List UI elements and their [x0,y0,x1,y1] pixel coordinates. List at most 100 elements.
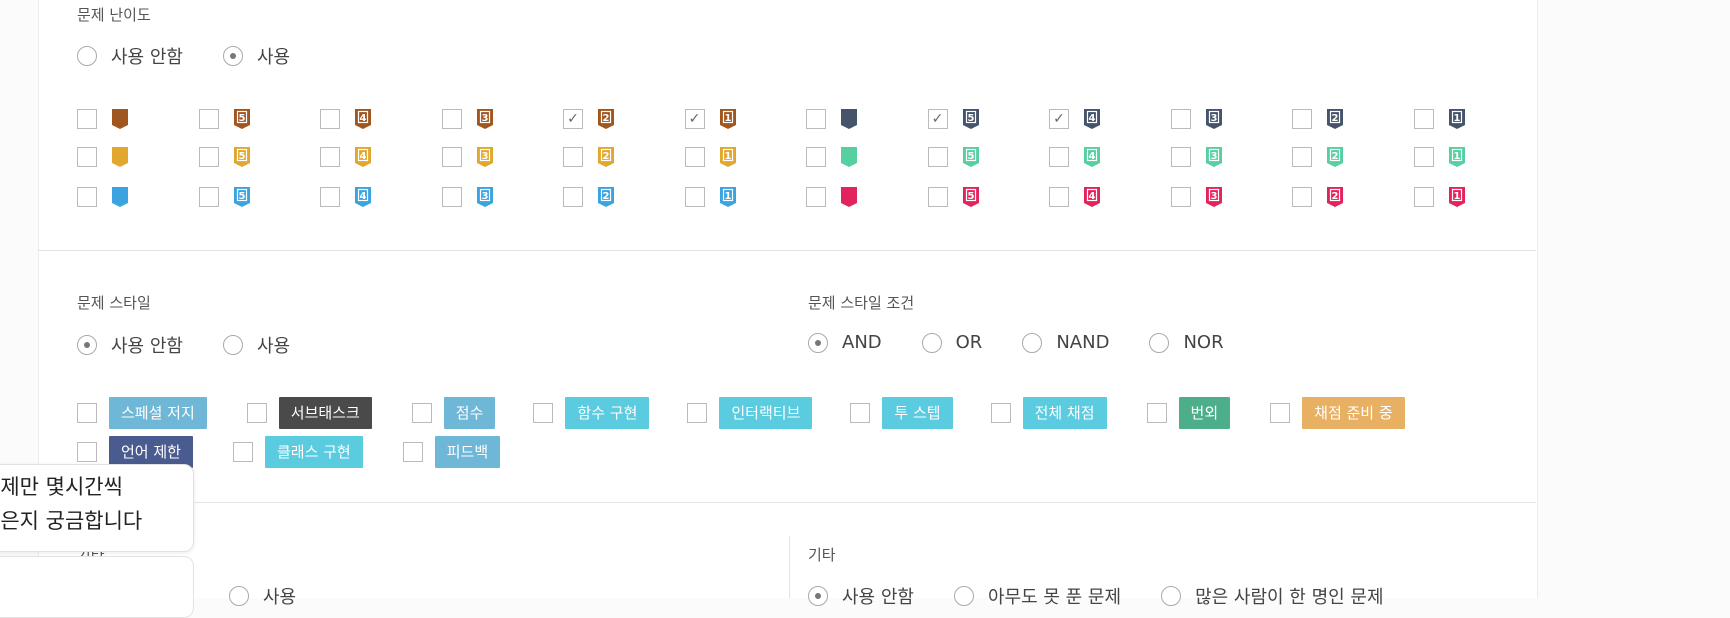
checkbox[interactable] [232,442,253,462]
difficulty-cell: ✓ 4 [1049,108,1171,130]
checkbox[interactable] [684,147,705,167]
style-tag-item[interactable]: 점수 [411,397,496,429]
checkbox[interactable]: ✓ [927,109,948,129]
checkbox[interactable] [1292,187,1312,207]
style-tag-item[interactable]: 함수 구현 [533,397,650,429]
checkbox[interactable] [927,147,948,167]
tier-badge-icon: 2 [1327,187,1343,207]
checkbox[interactable] [990,403,1011,423]
checkbox[interactable]: ✓ [684,109,705,129]
checkbox[interactable] [77,109,97,129]
checkbox[interactable] [246,403,267,423]
style-tag-item[interactable]: 번외 [1146,397,1231,429]
checkbox[interactable] [806,147,826,167]
checkbox[interactable] [563,187,583,207]
radio-button[interactable] [1022,332,1043,353]
checkbox[interactable] [77,442,97,462]
checkbox[interactable] [927,187,948,207]
checkbox[interactable]: ✓ [1049,109,1069,129]
checkbox[interactable] [1292,147,1312,167]
difficulty-row: 5 4 3 2 1 5 4 3 2 1 [77,186,1535,208]
checkbox[interactable] [533,403,554,423]
radio-button[interactable] [222,335,243,355]
checkbox[interactable] [850,403,871,423]
etc-left-radio-group: 사용 [229,583,336,609]
radio-button[interactable] [921,332,942,353]
checkbox[interactable] [1170,147,1191,167]
checkbox[interactable] [684,187,705,207]
style-tag-item[interactable]: 스페셜 저지 [77,397,207,429]
radio-button[interactable] [77,335,97,355]
checkbox[interactable] [320,187,340,207]
checkbox[interactable] [1270,403,1291,423]
checkbox[interactable]: ✓ [563,109,583,129]
checkbox[interactable] [1413,187,1434,207]
difficulty-option[interactable]: 사용 [222,43,290,69]
style-tag-item[interactable]: 인터랙티브 [687,397,813,429]
checkbox[interactable] [411,403,432,423]
style-tag-item[interactable]: 클래스 구현 [232,436,363,468]
checkbox[interactable] [441,187,462,207]
style-condition-option[interactable]: NAND [1022,332,1109,353]
radio-button[interactable] [222,46,243,66]
etc-right-option[interactable]: 많은 사람이 한 명인 문제 [1161,583,1384,609]
checkbox[interactable] [402,442,423,462]
checkbox[interactable] [320,109,340,129]
checkbox[interactable] [1170,109,1191,129]
checkbox[interactable] [1170,187,1191,207]
style-tag: 함수 구현 [565,397,650,429]
checkbox[interactable] [806,109,826,129]
checkbox[interactable] [1049,147,1069,167]
difficulty-cell: 5 [198,186,321,208]
style-condition-option[interactable]: AND [808,332,882,353]
radio-button[interactable] [808,586,828,606]
checkbox[interactable] [77,187,97,207]
style-tag-item[interactable]: 피드백 [402,436,501,468]
radio-button[interactable] [1149,332,1170,353]
radio-button[interactable] [229,586,249,606]
checkbox[interactable] [77,403,97,423]
style-condition-option[interactable]: OR [921,332,982,353]
style-option[interactable]: 사용 [222,332,290,358]
tier-badge-icon: 4 [1084,109,1100,129]
radio-button[interactable] [808,332,828,353]
difficulty-cell: 2 [1292,186,1414,208]
style-condition-option[interactable]: NOR [1149,332,1224,353]
etc-left-option[interactable]: 사용 [229,583,296,609]
style-tags-row1: 스페셜 저지 서브태스크 점수 함수 구현 인터랙티브 투 스텝 전체 채점 번외 채점 준비 … [77,397,1441,429]
style-tag-item[interactable]: 서브태스크 [246,397,372,429]
checkbox[interactable] [563,147,583,167]
checkbox[interactable] [198,147,219,167]
etc-right-option-label: 사용 안함 [842,587,914,608]
checkbox[interactable] [198,187,219,207]
difficulty-cell: 3 [1170,186,1293,208]
radio-button[interactable] [1161,586,1182,606]
checkbox[interactable] [441,109,462,129]
style-tag: 피드백 [434,436,501,468]
checkbox[interactable] [1413,147,1434,167]
style-tag-item[interactable]: 채점 준비 중 [1270,397,1405,429]
checkbox[interactable] [198,109,219,129]
etc-right-option[interactable]: 아무도 못 푼 문제 [953,583,1121,609]
checkbox[interactable] [441,147,462,167]
tier-badge-icon [112,187,128,207]
difficulty-cell: 3 [441,186,564,208]
tier-badge-icon [841,147,857,167]
difficulty-option[interactable]: 사용 안함 [77,43,183,69]
etc-right-option[interactable]: 사용 안함 [808,583,914,609]
chat-bubble: 문제만 몇시간씩 좋은지 궁금합니다 [0,464,194,552]
checkbox[interactable] [1292,109,1312,129]
checkbox[interactable] [1049,187,1069,207]
radio-button[interactable] [77,46,97,66]
style-tag-item[interactable]: 전체 채점 [990,397,1107,429]
checkbox[interactable] [806,187,826,207]
radio-button[interactable] [953,586,974,606]
checkbox[interactable] [687,403,708,423]
checkbox[interactable] [1146,403,1167,423]
style-tag-item[interactable]: 투 스텝 [850,397,953,429]
style-option[interactable]: 사용 안함 [77,332,183,358]
checkbox[interactable] [77,147,97,167]
tier-badge-icon: 5 [962,147,979,167]
checkbox[interactable] [320,147,340,167]
checkbox[interactable] [1413,109,1434,129]
